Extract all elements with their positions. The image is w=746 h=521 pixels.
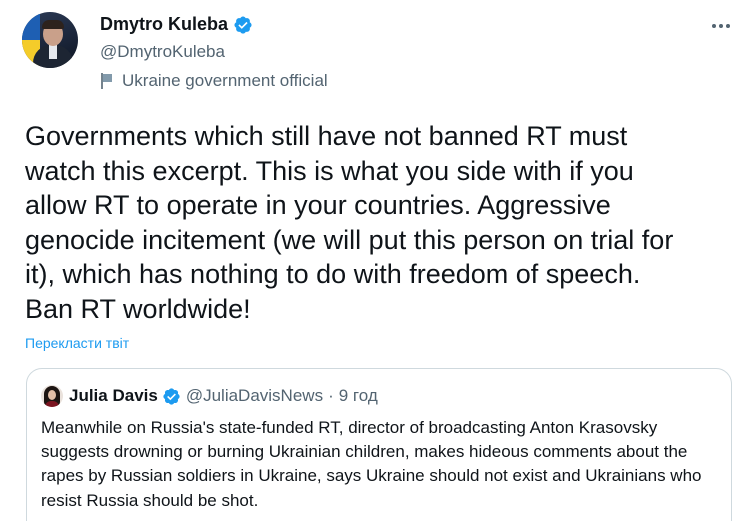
quoted-tweet-header: Julia Davis @JuliaDavisNews · 9 год xyxy=(41,385,378,407)
quoted-author-name: Julia Davis xyxy=(69,386,158,405)
government-label[interactable]: Ukraine government official xyxy=(100,71,328,91)
author-avatar[interactable] xyxy=(22,12,78,68)
author-name-row: Dmytro Kuleba xyxy=(100,14,253,35)
author-handle[interactable]: @DmytroKuleba xyxy=(100,42,225,62)
tweet-card: Dmytro Kuleba @DmytroKuleba Ukraine gove… xyxy=(0,0,746,521)
quoted-author-avatar xyxy=(41,385,63,407)
verified-badge-icon xyxy=(163,387,180,405)
quoted-tweet-time: 9 год xyxy=(338,386,378,405)
government-label-text: Ukraine government official xyxy=(122,71,328,90)
quoted-tweet-text: Meanwhile on Russia's state-funded RT, d… xyxy=(41,418,702,510)
quoted-author-handle: @JuliaDavisNews xyxy=(185,386,324,405)
verified-badge-icon xyxy=(234,15,252,34)
quoted-tweet[interactable]: Julia Davis @JuliaDavisNews · 9 год Mean… xyxy=(26,368,732,521)
author-display-name[interactable]: Dmytro Kuleba xyxy=(100,14,228,35)
separator-dot: · xyxy=(328,386,334,405)
more-icon[interactable] xyxy=(710,18,732,34)
tweet-text: Governments which still have not banned … xyxy=(25,121,674,324)
flag-icon xyxy=(101,73,112,89)
translate-tweet-link[interactable]: Перекласти твіт xyxy=(25,335,129,351)
